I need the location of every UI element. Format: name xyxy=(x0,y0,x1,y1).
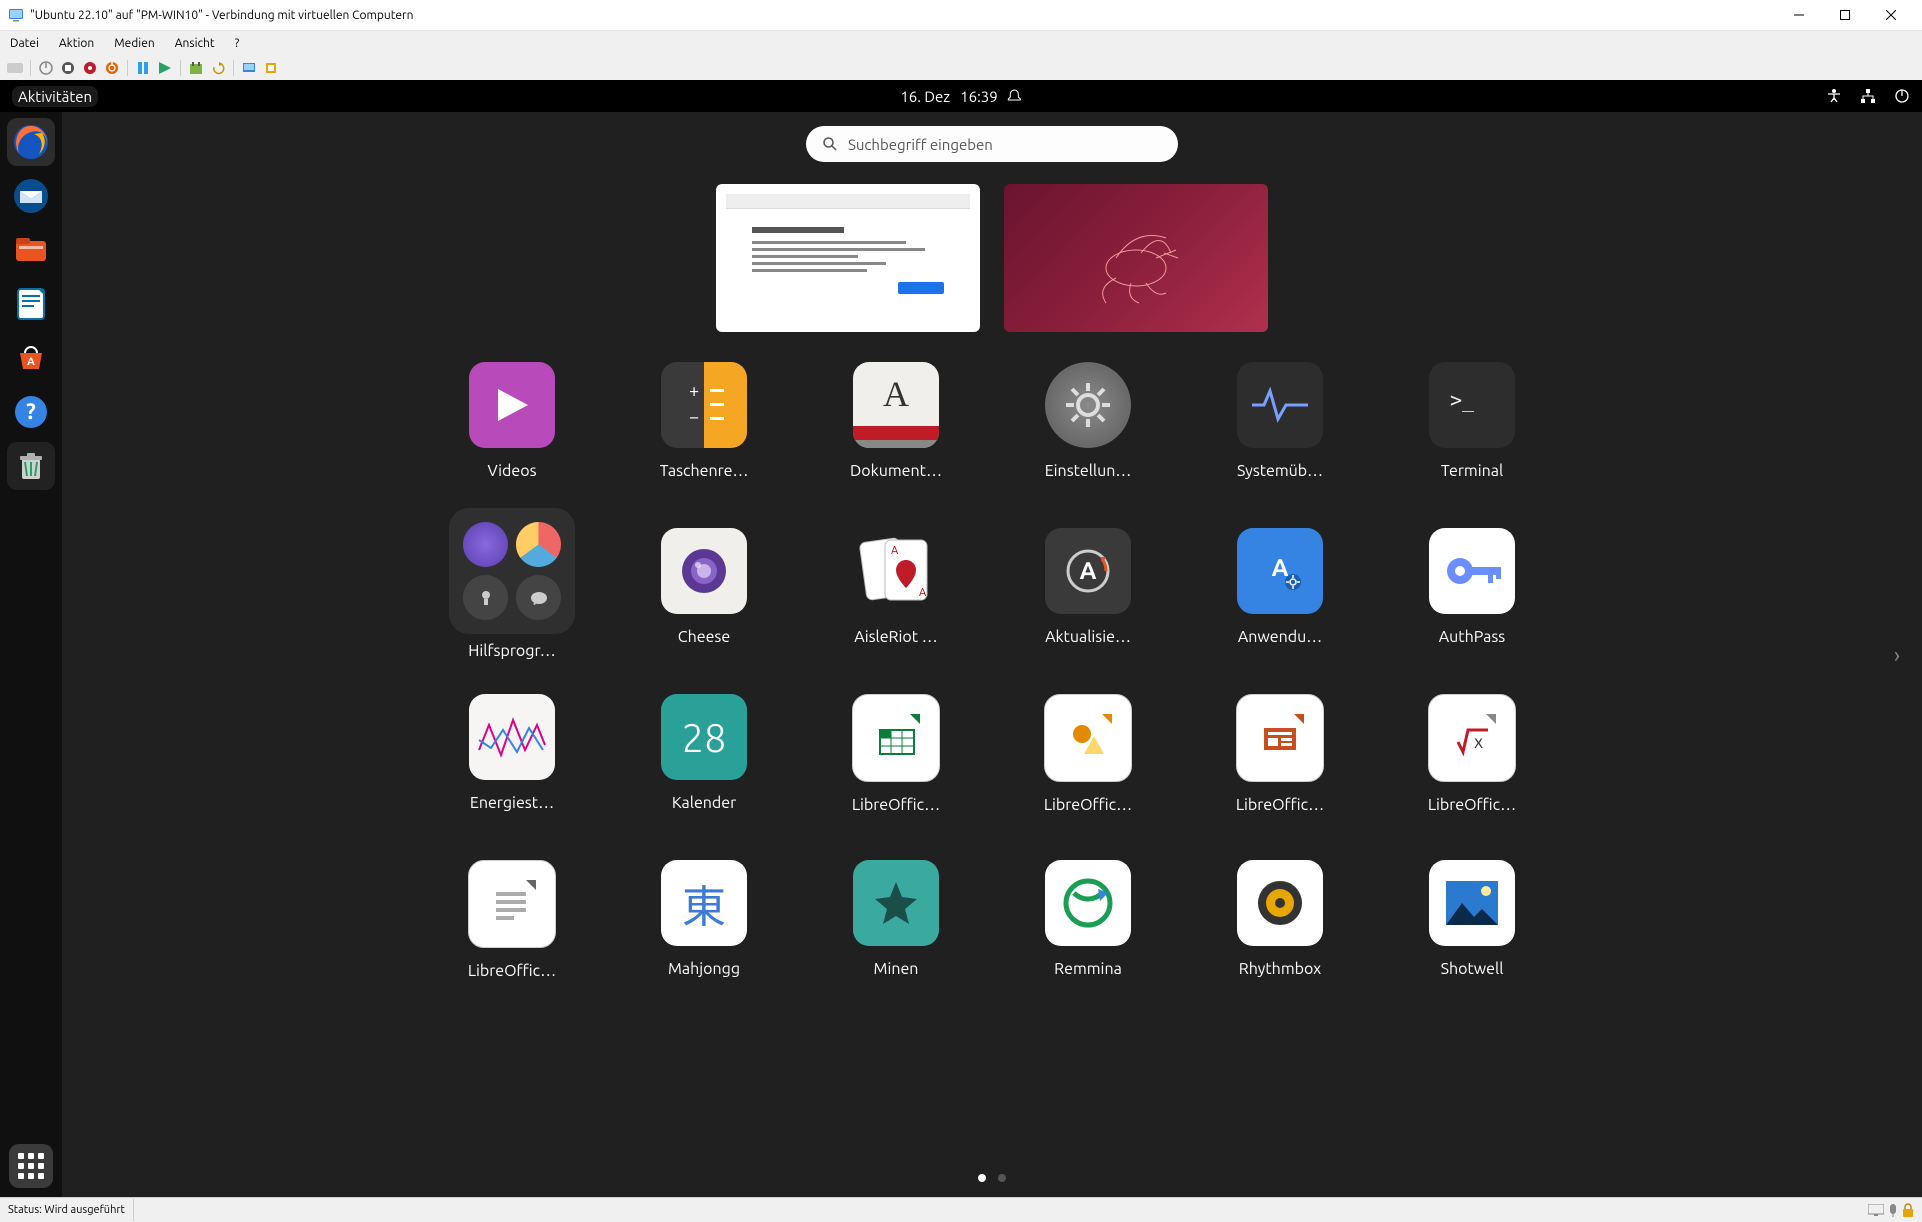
app-mahjongg[interactable]: 東 Mahjongg xyxy=(608,860,800,1020)
start-icon[interactable] xyxy=(37,59,55,77)
svg-text:A: A xyxy=(919,587,927,599)
notification-icon xyxy=(1008,89,1022,103)
dock-files[interactable] xyxy=(7,226,55,274)
ctrl-alt-del-icon[interactable] xyxy=(6,59,24,77)
app-remmina[interactable]: Remmina xyxy=(992,860,1184,1020)
app-calendar[interactable]: 28 Kalender xyxy=(608,694,800,854)
minimize-button[interactable] xyxy=(1776,0,1822,30)
gnome-top-bar: Aktivitäten 16. Dez 16:39 xyxy=(0,80,1922,112)
search-icon xyxy=(822,136,838,152)
app-utilities-folder[interactable]: Hilfsprogr… xyxy=(416,528,608,688)
host-toolbar xyxy=(0,55,1922,82)
host-menu-bar: Datei Aktion Medien Ansicht ? xyxy=(0,31,1922,55)
activities-button[interactable]: Aktivitäten xyxy=(12,86,98,107)
app-document-scanner[interactable]: A Dokument… xyxy=(800,362,992,522)
svg-text:A: A xyxy=(1272,554,1289,581)
svg-text:x: x xyxy=(1474,732,1483,752)
checkpoint-icon[interactable] xyxy=(187,59,205,77)
page-dot-1[interactable] xyxy=(978,1174,986,1182)
app-system-monitor[interactable]: Systemüb… xyxy=(1184,362,1376,522)
close-button[interactable] xyxy=(1868,0,1914,30)
host-window-title: "Ubuntu 22.10" auf "PM-WIN10" - Verbindu… xyxy=(30,9,1776,22)
search-field[interactable]: Suchbegriff eingeben xyxy=(806,126,1178,162)
workspace-2[interactable] xyxy=(1004,184,1268,332)
svg-text:?: ? xyxy=(26,399,36,424)
app-terminal[interactable]: >_ Terminal xyxy=(1376,362,1568,522)
clock-area[interactable]: 16. Dez 16:39 xyxy=(900,88,1021,105)
app-cheese[interactable]: Cheese xyxy=(608,528,800,688)
svg-text:A: A xyxy=(1080,557,1097,584)
dock-firefox[interactable] xyxy=(7,118,55,166)
app-software-updater[interactable]: A Aktualisie… xyxy=(992,528,1184,688)
resume-icon[interactable] xyxy=(156,59,174,77)
app-authpass[interactable]: AuthPass xyxy=(1376,528,1568,688)
app-videos[interactable]: Videos xyxy=(416,362,608,522)
app-libreoffice-draw[interactable]: LibreOffic… xyxy=(992,694,1184,854)
search-placeholder: Suchbegriff eingeben xyxy=(848,136,993,153)
pause-icon[interactable] xyxy=(134,59,152,77)
menu-datei[interactable]: Datei xyxy=(10,37,39,50)
status-text: Status: Wird ausgeführt xyxy=(0,1199,134,1221)
menu-aktion[interactable]: Aktion xyxy=(59,37,94,50)
dock-software[interactable]: A xyxy=(7,334,55,382)
shutdown-icon[interactable] xyxy=(81,59,99,77)
app-aisleriot[interactable]: A A AisleRiot … xyxy=(800,528,992,688)
svg-text:>_: >_ xyxy=(1450,388,1475,412)
display-status-icon xyxy=(1868,1204,1884,1216)
enhanced-session-icon[interactable] xyxy=(240,59,258,77)
accessibility-icon xyxy=(1826,88,1842,104)
reset-icon[interactable] xyxy=(103,59,121,77)
svg-text:A: A xyxy=(27,356,35,368)
page-dot-2[interactable] xyxy=(998,1174,1006,1182)
workspace-switcher xyxy=(716,184,1268,332)
page-indicator[interactable] xyxy=(978,1174,1006,1182)
application-grid: Videos +− Taschenre… A Dokument… xyxy=(416,362,1568,1020)
app-software-sources[interactable]: A Anwendu… xyxy=(1184,528,1376,688)
share-icon[interactable] xyxy=(262,59,280,77)
turnoff-icon[interactable] xyxy=(59,59,77,77)
svg-text:A: A xyxy=(891,545,899,557)
show-applications-button[interactable] xyxy=(9,1144,53,1188)
dock-thunderbird[interactable] xyxy=(7,172,55,220)
ubuntu-dock: A ? xyxy=(0,112,62,1198)
host-status-bar: Status: Wird ausgeführt xyxy=(0,1197,1922,1222)
activities-overview: Suchbegriff eingeben xyxy=(62,112,1922,1198)
time-label: 16:39 xyxy=(960,88,998,105)
dock-help[interactable]: ? xyxy=(7,388,55,436)
app-libreoffice-startcenter[interactable]: LibreOffic… xyxy=(416,860,608,1020)
lock-status-icon xyxy=(1902,1203,1914,1217)
vm-icon xyxy=(8,7,24,23)
menu-medien[interactable]: Medien xyxy=(114,37,154,50)
window-controls xyxy=(1776,0,1914,30)
app-settings[interactable]: Einstellun… xyxy=(992,362,1184,522)
network-icon xyxy=(1860,88,1876,104)
svg-text:+: + xyxy=(689,381,699,401)
app-libreoffice-impress[interactable]: LibreOffic… xyxy=(1184,694,1376,854)
app-libreoffice-calc[interactable]: LibreOffic… xyxy=(800,694,992,854)
app-shotwell[interactable]: Shotwell xyxy=(1376,860,1568,1020)
system-menu[interactable] xyxy=(1826,88,1910,104)
calendar-day: 28 xyxy=(681,715,726,760)
guest-desktop: Aktivitäten 16. Dez 16:39 A ? xyxy=(0,80,1922,1198)
app-mines[interactable]: Minen xyxy=(800,860,992,1020)
host-title-bar: "Ubuntu 22.10" auf "PM-WIN10" - Verbindu… xyxy=(0,0,1922,31)
menu-help[interactable]: ? xyxy=(235,37,240,50)
dock-trash[interactable] xyxy=(7,442,55,490)
svg-text:−: − xyxy=(689,407,699,427)
audio-status-icon xyxy=(1888,1203,1898,1217)
dock-writer[interactable] xyxy=(7,280,55,328)
date-label: 16. Dez xyxy=(900,88,950,105)
app-libreoffice-math[interactable]: x LibreOffic… xyxy=(1376,694,1568,854)
revert-icon[interactable] xyxy=(209,59,227,77)
menu-ansicht[interactable]: Ansicht xyxy=(175,37,215,50)
app-calculator[interactable]: +− Taschenre… xyxy=(608,362,800,522)
app-power-statistics[interactable]: Energiest… xyxy=(416,694,608,854)
power-icon xyxy=(1894,88,1910,104)
next-page-arrow[interactable]: › xyxy=(1894,643,1900,668)
workspace-1[interactable] xyxy=(716,184,980,332)
maximize-button[interactable] xyxy=(1822,0,1868,30)
app-rhythmbox[interactable]: Rhythmbox xyxy=(1184,860,1376,1020)
